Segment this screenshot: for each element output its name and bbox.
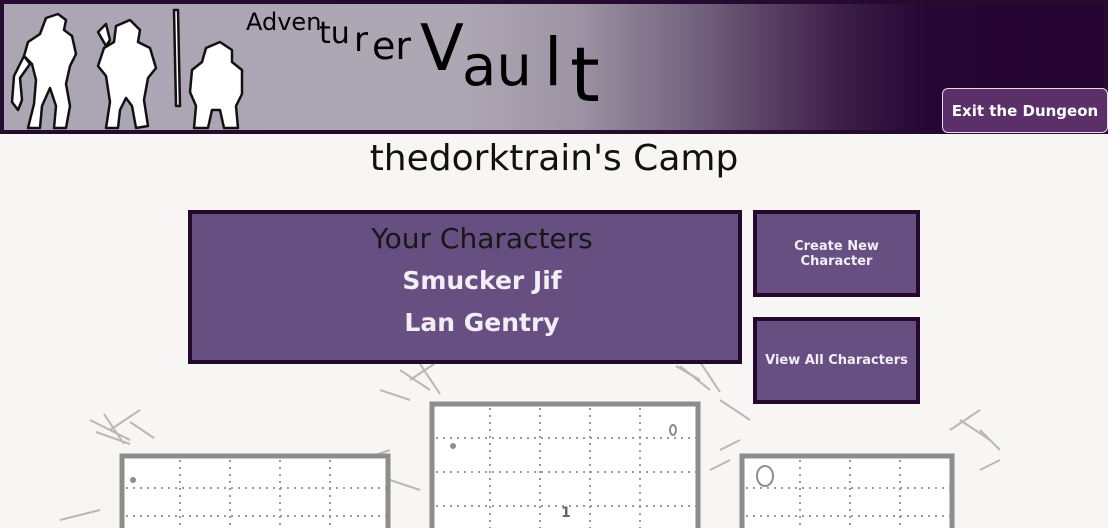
- create-character-button[interactable]: Create New Character: [753, 210, 920, 297]
- character-link[interactable]: Smucker Jif: [192, 266, 772, 295]
- title-part: r: [354, 20, 368, 60]
- title-part: V: [420, 12, 464, 86]
- title-part: l: [544, 24, 563, 101]
- exit-dungeon-button[interactable]: Exit the Dungeon: [942, 88, 1108, 133]
- view-all-characters-button[interactable]: View All Characters: [753, 317, 920, 404]
- adventurer-silhouettes-logo: [10, 8, 244, 130]
- page-title: thedorktrain's Camp: [369, 138, 739, 179]
- character-link[interactable]: Lan Gentry: [192, 308, 772, 337]
- title-part: tu: [319, 16, 350, 51]
- your-characters-panel: Your Characters Smucker Jif Lan Gentry: [188, 210, 742, 364]
- room-number-label: 1: [561, 505, 571, 521]
- header-banner: Adven tu r er V au l t Exit the Dungeon: [0, 0, 1108, 134]
- title-part: Adven: [246, 8, 322, 36]
- title-part: t: [570, 30, 600, 119]
- dungeon-map-background: 1: [59, 361, 1001, 528]
- characters-heading: Your Characters: [371, 222, 593, 255]
- title-part: er: [372, 24, 412, 68]
- title-part: au: [462, 34, 532, 99]
